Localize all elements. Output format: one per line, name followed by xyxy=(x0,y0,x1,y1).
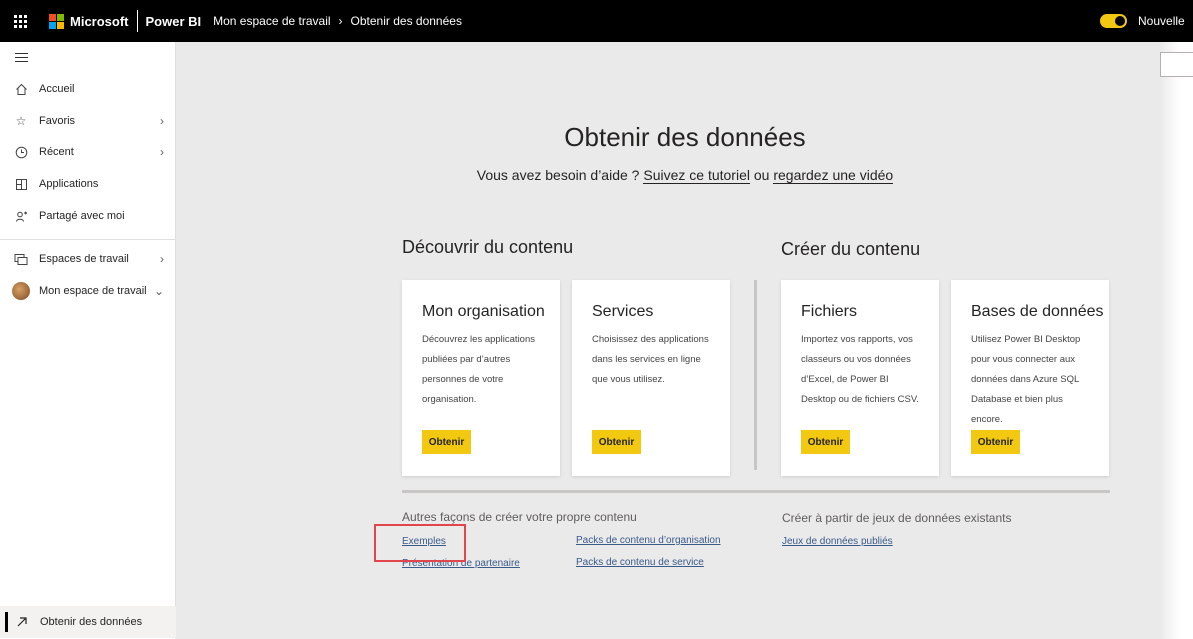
sidebar: Accueil ☆ Favoris › Récent › Application… xyxy=(0,42,176,639)
card-title: Bases de données xyxy=(971,303,1104,320)
sidebar-item-favorites[interactable]: ☆ Favoris › xyxy=(0,106,176,136)
toggle-knob xyxy=(1115,16,1125,26)
home-icon xyxy=(14,82,28,96)
video-link[interactable]: regardez une vidéo xyxy=(773,167,894,184)
help-line: Vous avez besoin d’aide ? Suivez ce tuto… xyxy=(177,167,1193,184)
get-button[interactable]: Obtenir xyxy=(422,430,471,454)
brand-separator xyxy=(136,10,138,32)
card-services: Services Choisissez des applications dan… xyxy=(572,280,730,476)
main-content: Obtenir des données Vous avez besoin d’a… xyxy=(177,42,1193,639)
sidebar-item-recent[interactable]: Récent › xyxy=(0,137,176,167)
top-bar: Microsoft Power BI Mon espace de travail… xyxy=(0,0,1193,42)
breadcrumb-chevron-icon: › xyxy=(338,14,343,28)
chevron-right-icon[interactable]: › xyxy=(160,145,164,159)
card-description: Importez vos rapports, vos classeurs ou … xyxy=(801,334,919,405)
card-databases: Bases de données Utilisez Power BI Deskt… xyxy=(951,280,1109,476)
get-button[interactable]: Obtenir xyxy=(801,430,850,454)
card-title: Mon organisation xyxy=(422,303,545,320)
sidebar-item-label: Applications xyxy=(39,178,99,190)
existing-datasets-heading: Créer à partir de jeux de données exista… xyxy=(782,511,1012,525)
breadcrumb-workspace[interactable]: Mon espace de travail xyxy=(213,14,330,28)
active-indicator xyxy=(5,612,8,632)
microsoft-logo-icon xyxy=(49,13,64,29)
sidebar-item-my-workspace[interactable]: Mon espace de travail ⌄ xyxy=(0,276,176,306)
org-content-packs-link[interactable]: Packs de contenu d’organisation xyxy=(576,535,721,546)
sidebar-item-label: Partagé avec moi xyxy=(39,210,125,222)
help-middle: ou xyxy=(753,167,770,183)
new-look-label: Nouvelle xyxy=(1138,14,1185,28)
section-divider-vertical xyxy=(754,280,757,470)
help-prefix: Vous avez besoin d’aide ? xyxy=(476,167,640,183)
discover-heading: Découvrir du contenu xyxy=(402,237,574,257)
app-launcher-icon[interactable] xyxy=(0,0,40,42)
apps-icon xyxy=(14,177,28,191)
page-title: Obtenir des données xyxy=(564,122,806,152)
sidebar-item-home[interactable]: Accueil xyxy=(0,74,176,104)
power-bi-home-link[interactable]: Power BI xyxy=(146,14,202,29)
sidebar-item-get-data[interactable]: Obtenir des données xyxy=(0,606,176,638)
sidebar-item-workspaces[interactable]: Espaces de travail › xyxy=(0,244,176,274)
sidebar-item-label: Favoris xyxy=(39,115,76,127)
sidebar-item-label: Mon espace de travail xyxy=(39,285,147,297)
hamburger-menu-icon[interactable] xyxy=(15,53,28,65)
microsoft-brand: Microsoft xyxy=(70,13,129,29)
avatar xyxy=(12,282,30,300)
card-description: Choisissez des applications dans les ser… xyxy=(592,334,709,385)
breadcrumb-current: Obtenir des données xyxy=(350,14,462,28)
card-description: Utilisez Power BI Desktop pour vous conn… xyxy=(971,334,1081,425)
sidebar-divider xyxy=(0,239,176,240)
sidebar-item-label: Obtenir des données xyxy=(40,616,143,628)
star-icon: ☆ xyxy=(15,114,27,128)
other-ways-heading: Autres façons de créer votre propre cont… xyxy=(402,510,637,524)
sidebar-item-label: Accueil xyxy=(39,83,75,95)
right-edge-fade xyxy=(1160,42,1193,639)
chevron-down-icon[interactable]: ⌄ xyxy=(154,284,164,298)
get-button[interactable]: Obtenir xyxy=(592,430,641,454)
create-heading: Créer du contenu xyxy=(781,239,921,259)
sidebar-item-apps[interactable]: Applications xyxy=(0,169,176,199)
shared-icon xyxy=(14,209,28,223)
clock-icon xyxy=(14,145,28,159)
sidebar-item-label: Espaces de travail xyxy=(39,253,129,265)
card-title: Services xyxy=(592,303,654,320)
get-button[interactable]: Obtenir xyxy=(971,430,1020,454)
published-datasets-link[interactable]: Jeux de données publiés xyxy=(782,536,893,547)
card-description: Découvrez les applications publiées par … xyxy=(422,334,536,405)
tutorial-link[interactable]: Suivez ce tutoriel xyxy=(643,167,750,184)
service-content-packs-link[interactable]: Packs de contenu de service xyxy=(576,557,704,568)
arrow-up-right-icon xyxy=(15,615,29,629)
workspaces-icon xyxy=(14,252,28,266)
right-panel-box xyxy=(1160,52,1193,77)
card-my-organization: Mon organisation Découvrez les applicati… xyxy=(402,280,560,476)
card-title: Fichiers xyxy=(801,303,858,320)
card-files: Fichiers Importez vos rapports, vos clas… xyxy=(781,280,939,476)
chevron-right-icon[interactable]: › xyxy=(160,252,164,266)
sidebar-item-label: Récent xyxy=(39,146,74,158)
highlight-box xyxy=(374,524,466,562)
sidebar-item-shared[interactable]: Partagé avec moi xyxy=(0,201,176,231)
chevron-right-icon[interactable]: › xyxy=(160,114,164,128)
section-divider-horizontal xyxy=(402,490,1110,493)
new-look-toggle[interactable] xyxy=(1100,14,1127,28)
